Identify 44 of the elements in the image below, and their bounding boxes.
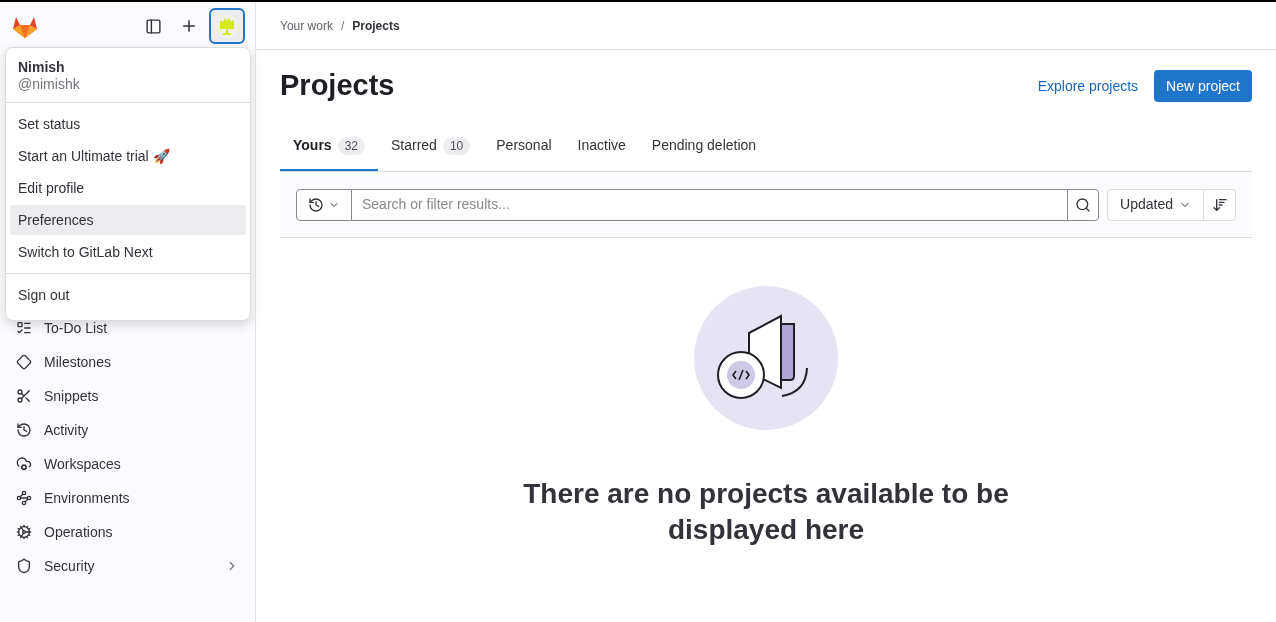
user-handle: @nimishk: [18, 76, 81, 92]
breadcrumb-link[interactable]: Projects: [352, 16, 400, 35]
count-badge: 10: [442, 136, 471, 155]
search-icon[interactable]: [1067, 188, 1100, 221]
empty-state-message: There are no projects available to be displayed here: [522, 477, 1010, 547]
menu-item[interactable]: Switch to GitLab Next: [10, 237, 246, 267]
user-name: Nimish: [18, 58, 66, 76]
sidebar-item[interactable]: To-Do List: [8, 311, 247, 345]
breadcrumb-link[interactable]: Your work: [280, 16, 333, 35]
search-field[interactable]: Search or filter results...: [352, 188, 1068, 221]
sidebar-item[interactable]: Security: [8, 549, 247, 583]
count-badge: 32: [337, 136, 365, 155]
menu-item[interactable]: Preferences: [10, 205, 246, 235]
tab[interactable]: Inactive: [564, 122, 639, 171]
sidebar-item[interactable]: Environments: [8, 481, 247, 515]
sort-dropdown[interactable]: Updated: [1107, 188, 1204, 221]
avatar-button[interactable]: [209, 8, 245, 44]
breadcrumb-separator: /: [340, 17, 345, 35]
gear-icon: [16, 524, 32, 540]
sort-direction-icon[interactable]: [1204, 188, 1236, 221]
tab[interactable]: Starred 10: [378, 122, 484, 171]
new-project-button[interactable]: New project: [1154, 70, 1252, 102]
menu-item[interactable]: Sign out: [10, 280, 246, 310]
history-icon: [308, 196, 324, 213]
shield-icon: [16, 558, 32, 574]
checklist-icon: [16, 320, 32, 336]
menu-item[interactable]: Start an Ultimate trial 🚀: [10, 141, 246, 171]
sidebar-item[interactable]: Activity: [8, 413, 247, 447]
sidebar-item[interactable]: Operations: [8, 515, 247, 549]
history-icon: [16, 422, 32, 438]
sidebar-item[interactable]: Workspaces: [8, 447, 247, 481]
cloud-icon: [16, 456, 32, 472]
page-title: Projects: [280, 68, 396, 104]
menu-item[interactable]: Edit profile: [10, 173, 246, 203]
diamond-icon: [16, 354, 32, 370]
menu-item[interactable]: Set status: [10, 109, 246, 139]
recent-searches-button[interactable]: [296, 188, 352, 221]
sidebar-item[interactable]: Snippets: [8, 379, 247, 413]
sidebar-item[interactable]: Milestones: [8, 345, 247, 379]
explore-projects-link[interactable]: Explore projects: [1029, 75, 1147, 97]
nodes-icon: [16, 490, 32, 506]
scissors-icon: [16, 388, 32, 404]
tab[interactable]: Pending deletion: [638, 122, 770, 171]
tab[interactable]: Personal: [483, 122, 565, 171]
